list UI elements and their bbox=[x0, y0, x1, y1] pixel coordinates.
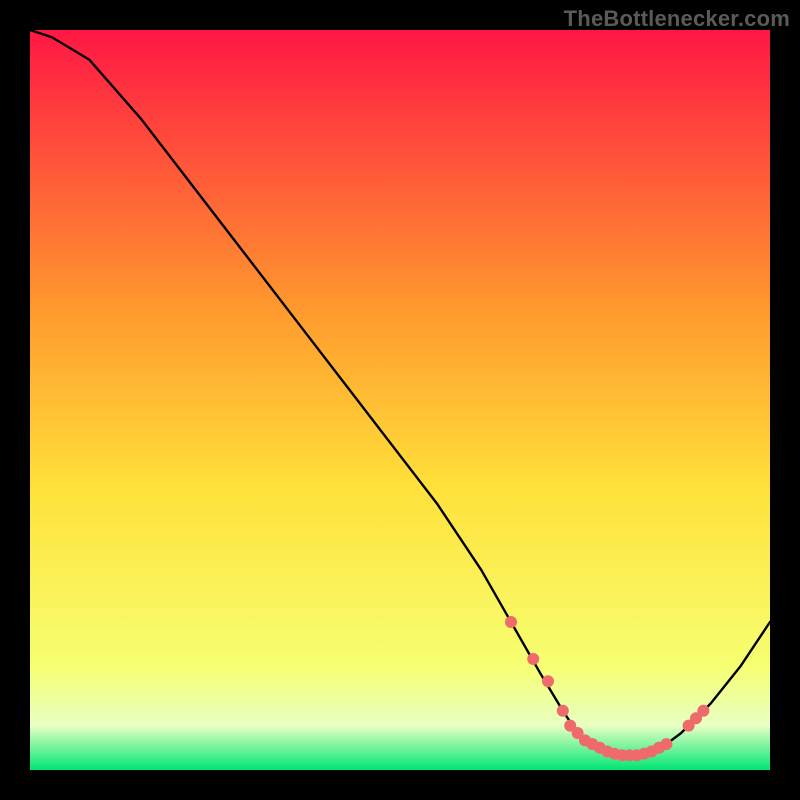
plot-svg bbox=[30, 30, 770, 770]
chart-frame: TheBottlenecker.com bbox=[0, 0, 800, 800]
sweet-spot-point bbox=[527, 653, 539, 665]
sweet-spot-point bbox=[697, 705, 709, 717]
gradient-background bbox=[30, 30, 770, 770]
sweet-spot-point bbox=[660, 738, 672, 750]
sweet-spot-point bbox=[505, 616, 517, 628]
watermark-text: TheBottlenecker.com bbox=[564, 6, 790, 32]
sweet-spot-point bbox=[557, 705, 569, 717]
plot-area bbox=[30, 30, 770, 770]
sweet-spot-point bbox=[542, 675, 554, 687]
